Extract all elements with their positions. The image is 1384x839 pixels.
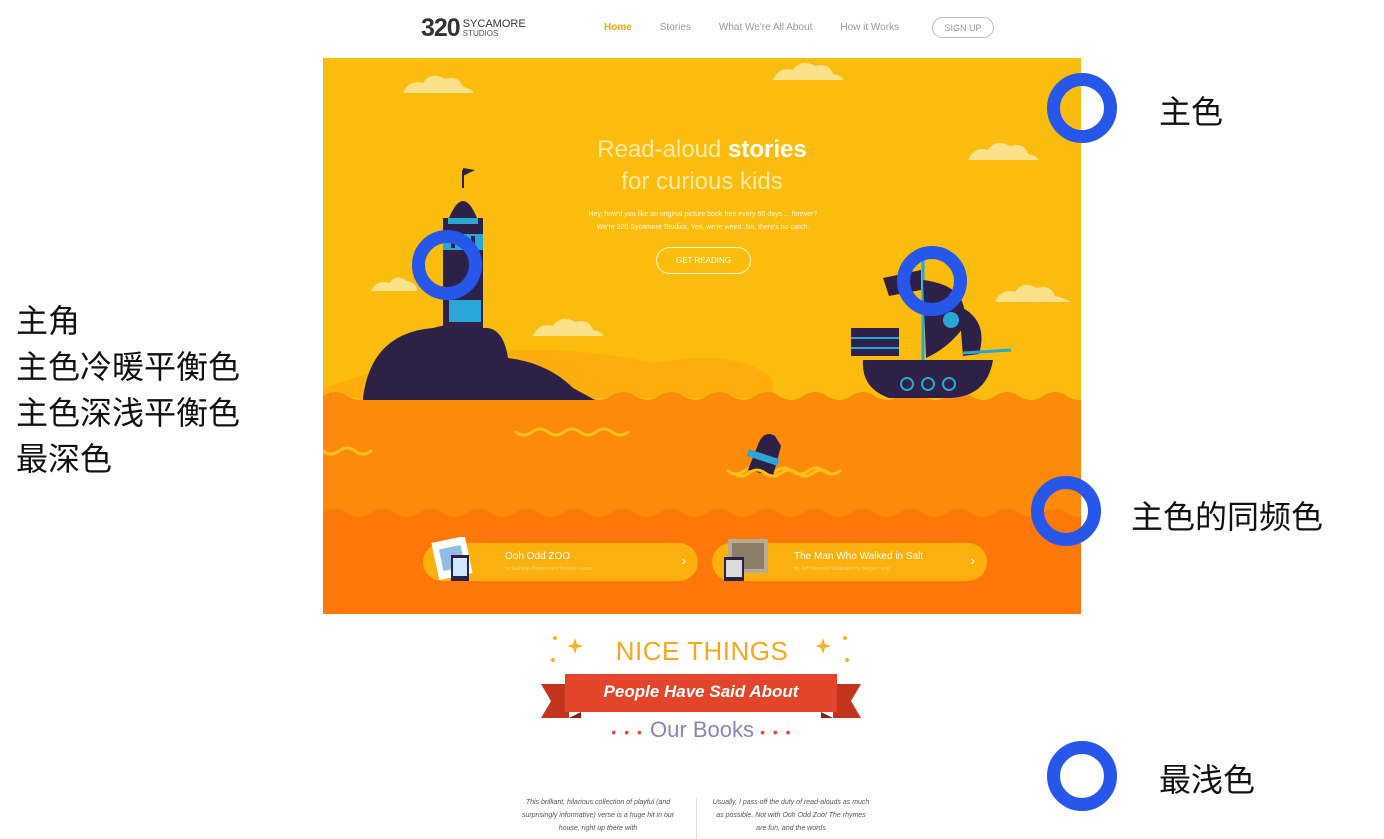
- hero-banner: Read-aloud stories for curious kids Hey,…: [323, 58, 1081, 614]
- hero-title-part1: Read-aloud: [597, 136, 729, 163]
- book-cover-icon: [431, 537, 473, 581]
- logo-words: SYCAMORE STUDIOS: [463, 19, 526, 38]
- dots-left: • • •: [611, 724, 644, 740]
- book-card-man-who-walked[interactable]: The Man Who Walked in Salt by Jeff Steve…: [712, 539, 987, 581]
- nice-things-heading: NICE THINGS: [615, 636, 789, 666]
- protagonist-ring-icon: [412, 230, 482, 300]
- nav-about[interactable]: What We're All About: [719, 22, 812, 33]
- lightest-color-ring-icon: [1047, 741, 1117, 811]
- hero-title-bold: stories: [728, 136, 807, 163]
- our-books-heading: • • • Our Books • • •: [323, 717, 1081, 743]
- label-lightest-color: 最浅色: [1159, 761, 1256, 799]
- signup-button[interactable]: SIGN UP: [932, 17, 994, 38]
- hero-title-line2: for curious kids: [621, 168, 783, 195]
- hero-title: Read-aloud stories for curious kids: [323, 134, 1081, 198]
- logo-number: 320: [421, 14, 461, 42]
- website-mockup: 320 SYCAMORE STUDIOS Home Stories What W…: [323, 0, 1081, 839]
- book-meta: by Nicholas Bowers and Brittany Lucas: [505, 566, 592, 572]
- book-title: The Man Who Walked in Salt: [794, 551, 924, 562]
- nav-links: Home Stories What We're All About How it…: [604, 22, 927, 33]
- book-meta: by Jeff Stevens / Illustrated by Megan L…: [794, 566, 890, 572]
- note-warm-cool-balance: 主色冷暖平衡色: [16, 348, 241, 386]
- book-card-ooh-odd-zoo[interactable]: Ooh Odd ZOO by Nicholas Bowers and Britt…: [423, 537, 698, 581]
- chevron-right-icon: ›: [681, 553, 686, 568]
- ribbon-text: People Have Said About: [603, 682, 799, 701]
- our-books-text: Our Books: [650, 717, 754, 742]
- same-frequency-ring-icon: [1031, 476, 1101, 546]
- note-dark-light-balance: 主色深浅平衡色: [16, 394, 241, 432]
- ship-ring-icon: [897, 246, 967, 316]
- hero-subtitle: Hey, how'd you like an original picture …: [523, 208, 883, 234]
- primary-color-ring-icon: [1047, 73, 1117, 143]
- get-reading-button[interactable]: GET READING: [656, 247, 751, 274]
- nav-stories[interactable]: Stories: [660, 22, 691, 33]
- label-primary-color: 主色: [1159, 93, 1224, 131]
- dots-right: • • •: [760, 724, 793, 740]
- label-same-frequency: 主色的同频色: [1131, 498, 1324, 536]
- chevron-right-icon: ›: [970, 553, 975, 568]
- hero-subtitle-line2: We're 320 Sycamore Studios. Yes, we're w…: [596, 224, 810, 231]
- note-protagonist: 主角: [16, 302, 81, 340]
- quote-divider: [696, 798, 697, 839]
- logo-sub: STUDIOS: [462, 29, 499, 38]
- left-annotation-notes: 主角 主色冷暖平衡色 主色深浅平衡色 最深色: [16, 298, 240, 482]
- site-nav: 320 SYCAMORE STUDIOS Home Stories What W…: [323, 0, 1081, 58]
- nav-home[interactable]: Home: [604, 22, 632, 33]
- note-darkest-color: 最深色: [16, 440, 113, 478]
- testimonial-quote-right: Usually, I pass off the duty of read-alo…: [712, 799, 870, 832]
- hero-subtitle-line1: Hey, how'd you like an original picture …: [588, 211, 818, 218]
- testimonial-quote-left: This brilliant, hilarious collection of …: [521, 799, 675, 832]
- book-title: Ooh Odd ZOO: [505, 551, 571, 562]
- book-cover-icon: [724, 539, 768, 581]
- nav-how-it-works[interactable]: How it Works: [840, 22, 899, 33]
- site-logo[interactable]: 320 SYCAMORE STUDIOS: [421, 14, 526, 43]
